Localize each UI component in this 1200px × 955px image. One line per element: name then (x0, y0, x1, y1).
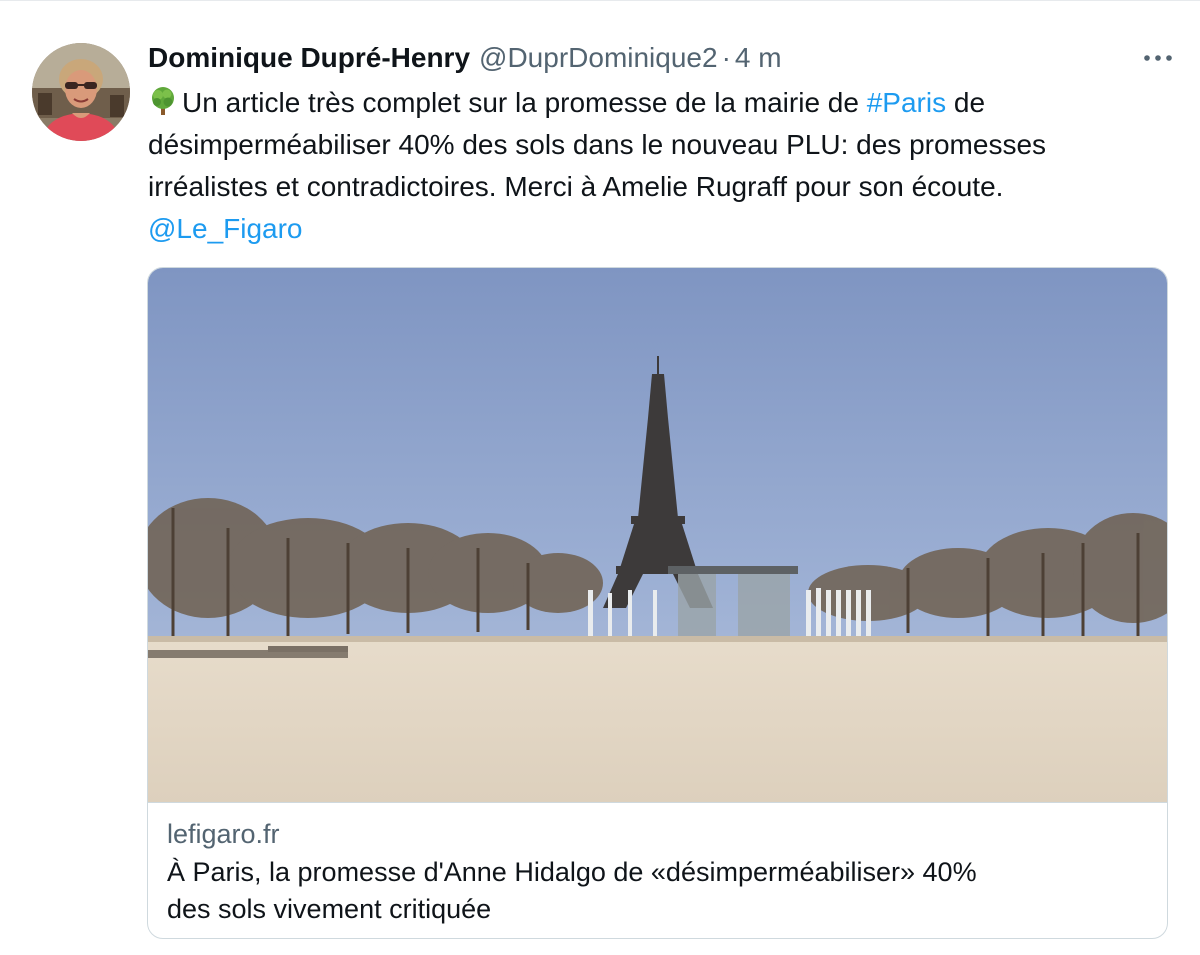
more-options-icon[interactable] (1138, 43, 1178, 73)
deciduous-tree-icon (148, 86, 178, 116)
card-title-line-1: À Paris, la promesse d'Anne Hidalgo de «… (167, 857, 977, 887)
card-title-line-2: des sols vivement critiquée (167, 894, 492, 924)
card-footer[interactable]: lefigaro.fr À Paris, la promesse d'Anne … (148, 802, 1167, 938)
tweet-text-line-3: irréalistes et contradictoires. Merci à … (148, 171, 1004, 202)
separator-dot: · (721, 42, 731, 73)
tweet-header: Dominique Dupré-Henry @DuprDominique2 · … (148, 39, 782, 77)
timestamp[interactable]: 4 m (735, 39, 782, 77)
user-handle[interactable]: @DuprDominique2 (479, 39, 718, 77)
link-preview-card[interactable]: lefigaro.fr À Paris, la promesse d'Anne … (147, 267, 1168, 939)
tweet: Dominique Dupré-Henry @DuprDominique2 · … (0, 0, 1200, 955)
tweet-text-line-4: @Le_Figaro (148, 208, 1158, 250)
card-image[interactable] (148, 268, 1167, 802)
avatar[interactable] (32, 43, 130, 141)
card-domain: lefigaro.fr (167, 819, 280, 849)
avatar-photo (32, 43, 130, 141)
card-title: À Paris, la promesse d'Anne Hidalgo de «… (167, 854, 1147, 928)
hashtag-link[interactable]: #Paris (867, 87, 946, 118)
mention-link[interactable]: @Le_Figaro (148, 213, 303, 244)
tweet-text-segment: Un article très complet sur la promesse … (182, 87, 867, 118)
tweet-text-segment: de (946, 87, 986, 118)
display-name[interactable]: Dominique Dupré-Henry (148, 39, 470, 77)
tweet-text: Un article très complet sur la promesse … (148, 82, 1158, 250)
tweet-text-line-1: Un article très complet sur la promesse … (148, 82, 1158, 124)
tweet-text-line-2: désimperméabiliser 40% des sols dans le … (148, 129, 1047, 160)
eiffel-tower-photo (148, 268, 1167, 802)
